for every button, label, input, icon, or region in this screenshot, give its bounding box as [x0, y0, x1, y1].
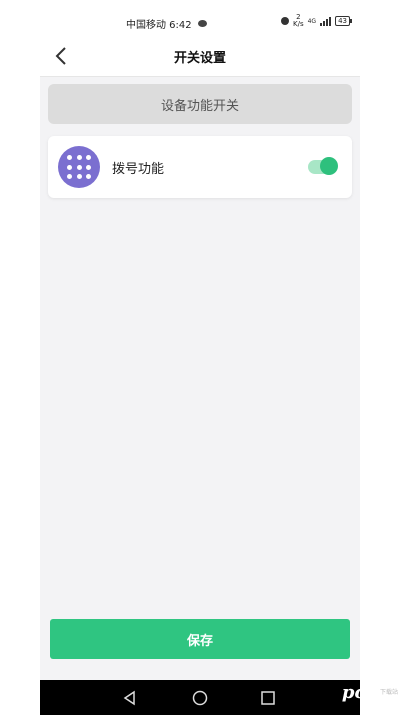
setting-row-dial: 拨号功能: [48, 136, 352, 198]
network-type: 4G: [307, 17, 317, 25]
battery-level: 43: [338, 17, 347, 25]
toggle-knob: [320, 157, 338, 175]
net-speed: 2 K/s: [293, 14, 304, 28]
triangle-back-icon: [123, 690, 135, 706]
circle-home-icon: [192, 690, 208, 706]
dial-toggle-switch[interactable]: [308, 157, 338, 177]
watermark: pc6 下载站: [342, 682, 398, 703]
wechat-icon: [197, 20, 207, 27]
section-header: 设备功能开关: [48, 84, 352, 124]
net-speed-unit: K/s: [293, 20, 304, 28]
status-right: 2 K/s 4G 43: [281, 14, 352, 28]
dialpad-icon: [58, 146, 100, 188]
battery-icon: 43: [335, 16, 352, 26]
nav-recents-button[interactable]: [258, 688, 278, 708]
phone-screen: 中国移动 6:42 2 K/s 4G 43 开关设置 设备功能开关 拨号功能 保…: [40, 0, 360, 715]
section-title: 设备功能开关: [160, 98, 239, 114]
save-label: 保存: [186, 633, 213, 649]
setting-label: 拨号功能: [112, 162, 165, 177]
watermark-sub: 下载站: [379, 688, 398, 696]
save-button[interactable]: 保存: [50, 619, 350, 659]
nav-home-button[interactable]: [190, 688, 210, 708]
status-left: 中国移动 6:42: [126, 16, 207, 31]
square-recents-icon: [261, 691, 275, 705]
status-bar: 中国移动 6:42 2 K/s 4G 43: [40, 0, 360, 40]
signal-icon: [320, 16, 332, 26]
watermark-logo: pc6: [341, 682, 378, 703]
app-header: 开关设置: [40, 36, 360, 77]
system-nav-bar: [40, 680, 360, 715]
carrier-time: 中国移动 6:42: [126, 20, 192, 31]
page-title: 开关设置: [173, 51, 226, 66]
alarm-icon: [281, 17, 289, 25]
nav-back-button[interactable]: [120, 688, 140, 708]
